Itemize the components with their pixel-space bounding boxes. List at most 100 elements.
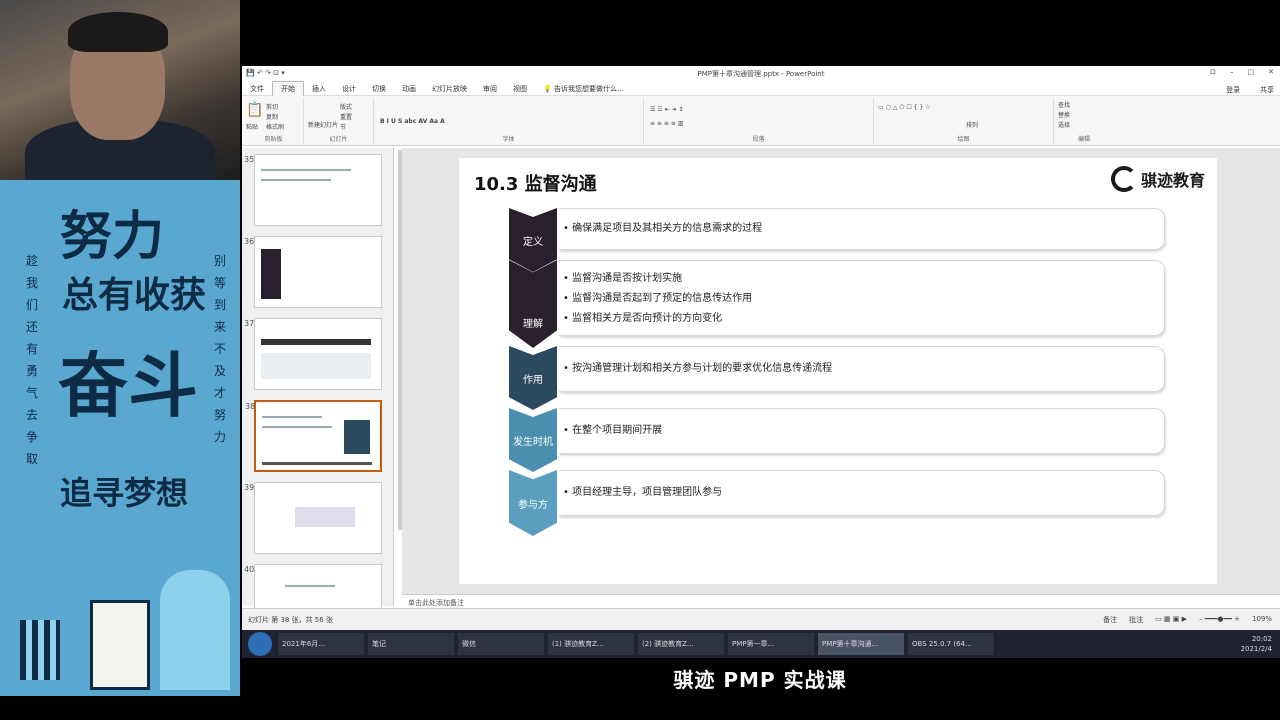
list-buttons[interactable]: ☰ ☷ ⇤ ⇥ ↕ xyxy=(650,106,683,113)
close-icon[interactable]: ✕ xyxy=(1268,68,1274,76)
tell-me-box[interactable]: 💡 告诉我您想要做什么... xyxy=(535,82,632,96)
system-tray-clock[interactable]: 20:02 2021/2/4 xyxy=(1241,634,1280,654)
cut-button[interactable]: 剪切 xyxy=(266,102,278,111)
tab-home[interactable]: 开始 xyxy=(272,81,304,96)
minimize-icon[interactable]: – xyxy=(1230,68,1234,76)
slide-thumbnail[interactable]: 39 xyxy=(244,482,382,554)
thumb-flow xyxy=(261,339,371,345)
replace-button[interactable]: 替换 xyxy=(1058,110,1070,119)
reset-button[interactable]: 重置 xyxy=(340,112,352,121)
tab-file[interactable]: 文件 xyxy=(242,82,272,96)
poster-line1: 努力 xyxy=(60,206,165,267)
notes-pane[interactable]: 单击此处添加备注 xyxy=(402,594,1280,608)
poster-line2: 总有收获 xyxy=(62,274,207,316)
poster-line4: 追寻梦想 xyxy=(60,474,189,512)
chevron-label: 发生时机 xyxy=(513,436,553,448)
bullet-item: 监督相关方是否向预计的方向变化 xyxy=(559,309,1164,329)
select-button[interactable]: 选择 xyxy=(1058,120,1070,129)
content-box-timing: 在整个项目期间开展 xyxy=(559,408,1165,454)
row-participants: 参与方 项目经理主导，项目管理团队参与 xyxy=(509,470,1165,536)
slide-number: 37 xyxy=(244,319,255,328)
find-button[interactable]: 查找 xyxy=(1058,100,1070,109)
thumb-figure xyxy=(344,420,370,454)
taskbar-item[interactable]: OBS 25.0.7 (64... xyxy=(908,633,994,655)
ribbon-options-icon[interactable]: ⊡ xyxy=(1210,68,1216,76)
group-slides: 新建幻灯片 版式 重置 节 幻灯片 xyxy=(304,98,374,144)
window-title: PMP第十章沟通管理.pptx - PowerPoint xyxy=(697,70,825,78)
font-format-buttons[interactable]: B I U S abc AV Aa A xyxy=(380,118,445,125)
chevron-label: 定义 xyxy=(523,236,543,248)
slide-thumbnail[interactable]: 37 xyxy=(244,318,382,390)
chevron-understanding: 理解 xyxy=(509,260,557,348)
taskbar-item[interactable]: 微信 xyxy=(458,633,544,655)
tab-review[interactable]: 审阅 xyxy=(475,82,505,96)
tab-view[interactable]: 视图 xyxy=(505,82,535,96)
taskbar-item[interactable]: PMP第一章... xyxy=(728,633,814,655)
taskbar-item[interactable]: (2) 骐迹教育Z... xyxy=(638,633,724,655)
copy-button[interactable]: 复制 xyxy=(266,112,278,121)
new-slide-button[interactable]: 新建幻灯片 xyxy=(308,120,338,129)
tell-me-text: 告诉我您想要做什么... xyxy=(553,84,624,93)
tab-design[interactable]: 设计 xyxy=(334,82,364,96)
chevron-timing: 发生时机 xyxy=(509,408,557,472)
format-painter-button[interactable]: 格式刷 xyxy=(266,122,284,131)
comments-toggle[interactable]: 批注 xyxy=(1129,615,1143,625)
zoom-level[interactable]: 109% xyxy=(1252,615,1272,625)
taskbar-item-active[interactable]: PMP第十章沟通... xyxy=(818,633,904,655)
ribbon: 📋 粘贴 剪切 复制 格式刷 剪贴板 新建幻灯片 版式 重置 节 幻灯片 B I… xyxy=(242,96,1280,146)
current-slide[interactable]: 10.3 监督沟通 骐迹教育 定义 确保满足项目及其相关方的信息需求的过程 理解… xyxy=(459,158,1217,584)
thumb-line xyxy=(262,426,332,428)
view-buttons[interactable]: ▭ ▦ ▣ ▶ xyxy=(1155,615,1187,625)
tab-insert[interactable]: 插入 xyxy=(304,82,334,96)
slide-number: 39 xyxy=(244,483,255,492)
group-drawing: ▭ ○ △ ⬠ ☐ { } ☆ 排列 绘图 xyxy=(874,98,1054,144)
slide-editing-area: 10.3 监督沟通 骐迹教育 定义 确保满足项目及其相关方的信息需求的过程 理解… xyxy=(402,148,1280,594)
content-box-understanding: 监督沟通是否按计划实施 监督沟通是否起到了预定的信息传达作用 监督相关方是否向预… xyxy=(559,260,1165,336)
arrange-button[interactable]: 排列 xyxy=(966,120,978,129)
slide-title: 10.3 监督沟通 xyxy=(474,174,597,195)
taskbar-item[interactable]: (1) 骐迹教育Z... xyxy=(548,633,634,655)
logo-icon xyxy=(1110,166,1137,192)
thumb-diagram xyxy=(295,507,355,527)
section-button[interactable]: 节 xyxy=(340,122,346,131)
clock-time: 20:02 xyxy=(1251,635,1272,643)
slide-thumbnail-selected[interactable]: 38 xyxy=(245,400,382,472)
motivational-poster: 努力 总有收获 奋斗 追寻梦想 趁我们还有勇气去争取 别等到来不及才努力 xyxy=(0,180,240,696)
zoom-slider[interactable]: – ━━━●━━ + xyxy=(1199,615,1240,625)
tab-slideshow[interactable]: 幻灯片放映 xyxy=(424,82,475,96)
start-button[interactable] xyxy=(248,632,272,656)
clock-date: 2021/2/4 xyxy=(1240,645,1272,653)
tab-transitions[interactable]: 切换 xyxy=(364,82,394,96)
tab-animations[interactable]: 动画 xyxy=(394,82,424,96)
layout-button[interactable]: 版式 xyxy=(340,102,352,111)
bullet-item: 项目经理主导，项目管理团队参与 xyxy=(559,483,1164,503)
thumb-line xyxy=(262,416,322,418)
windows-taskbar: 2021年6月... 笔记 微信 (1) 骐迹教育Z... (2) 骐迹教育Z.… xyxy=(242,630,1280,658)
poster-side-right: 别等到来不及才努力 xyxy=(214,254,227,444)
status-bar: 幻灯片 第 38 张，共 56 张 备注 批注 ▭ ▦ ▣ ▶ – ━━━●━━… xyxy=(242,608,1280,630)
bullet-item: 确保满足项目及其相关方的信息需求的过程 xyxy=(559,219,1164,239)
paste-button[interactable]: 粘贴 xyxy=(246,122,258,131)
share-button[interactable]: 共享 xyxy=(1260,85,1274,95)
presenter-hair xyxy=(68,12,168,52)
taskbar-item[interactable]: 2021年6月... xyxy=(278,633,364,655)
row-understanding: 理解 监督沟通是否按计划实施 监督沟通是否起到了预定的信息传达作用 监督相关方是… xyxy=(509,260,1165,348)
paste-icon[interactable]: 📋 xyxy=(246,102,263,118)
group-label: 幻灯片 xyxy=(329,136,348,143)
chevron-label: 理解 xyxy=(523,318,543,330)
poster-decoration xyxy=(160,570,230,690)
align-buttons[interactable]: ≡ ≡ ≡ ≡ ▥ xyxy=(650,120,683,127)
taskbar-item[interactable]: 笔记 xyxy=(368,633,454,655)
group-label: 编辑 xyxy=(1077,136,1090,143)
poster-line3: 奋斗 xyxy=(58,344,198,427)
slide-thumbnail[interactable]: 36 xyxy=(244,236,382,308)
group-clipboard: 📋 粘贴 剪切 复制 格式刷 剪贴板 xyxy=(244,98,304,144)
login-link[interactable]: 登录 xyxy=(1226,85,1240,95)
slide-number: 36 xyxy=(244,237,255,246)
shapes-gallery[interactable]: ▭ ○ △ ⬠ ☐ { } ☆ xyxy=(878,104,930,111)
notes-toggle[interactable]: 备注 xyxy=(1103,615,1117,625)
maximize-icon[interactable]: □ xyxy=(1248,68,1255,76)
thumb-box xyxy=(261,353,371,379)
slide-thumbnail[interactable]: 35 xyxy=(244,154,382,226)
brand-logo: 骐迹教育 xyxy=(1110,166,1205,192)
